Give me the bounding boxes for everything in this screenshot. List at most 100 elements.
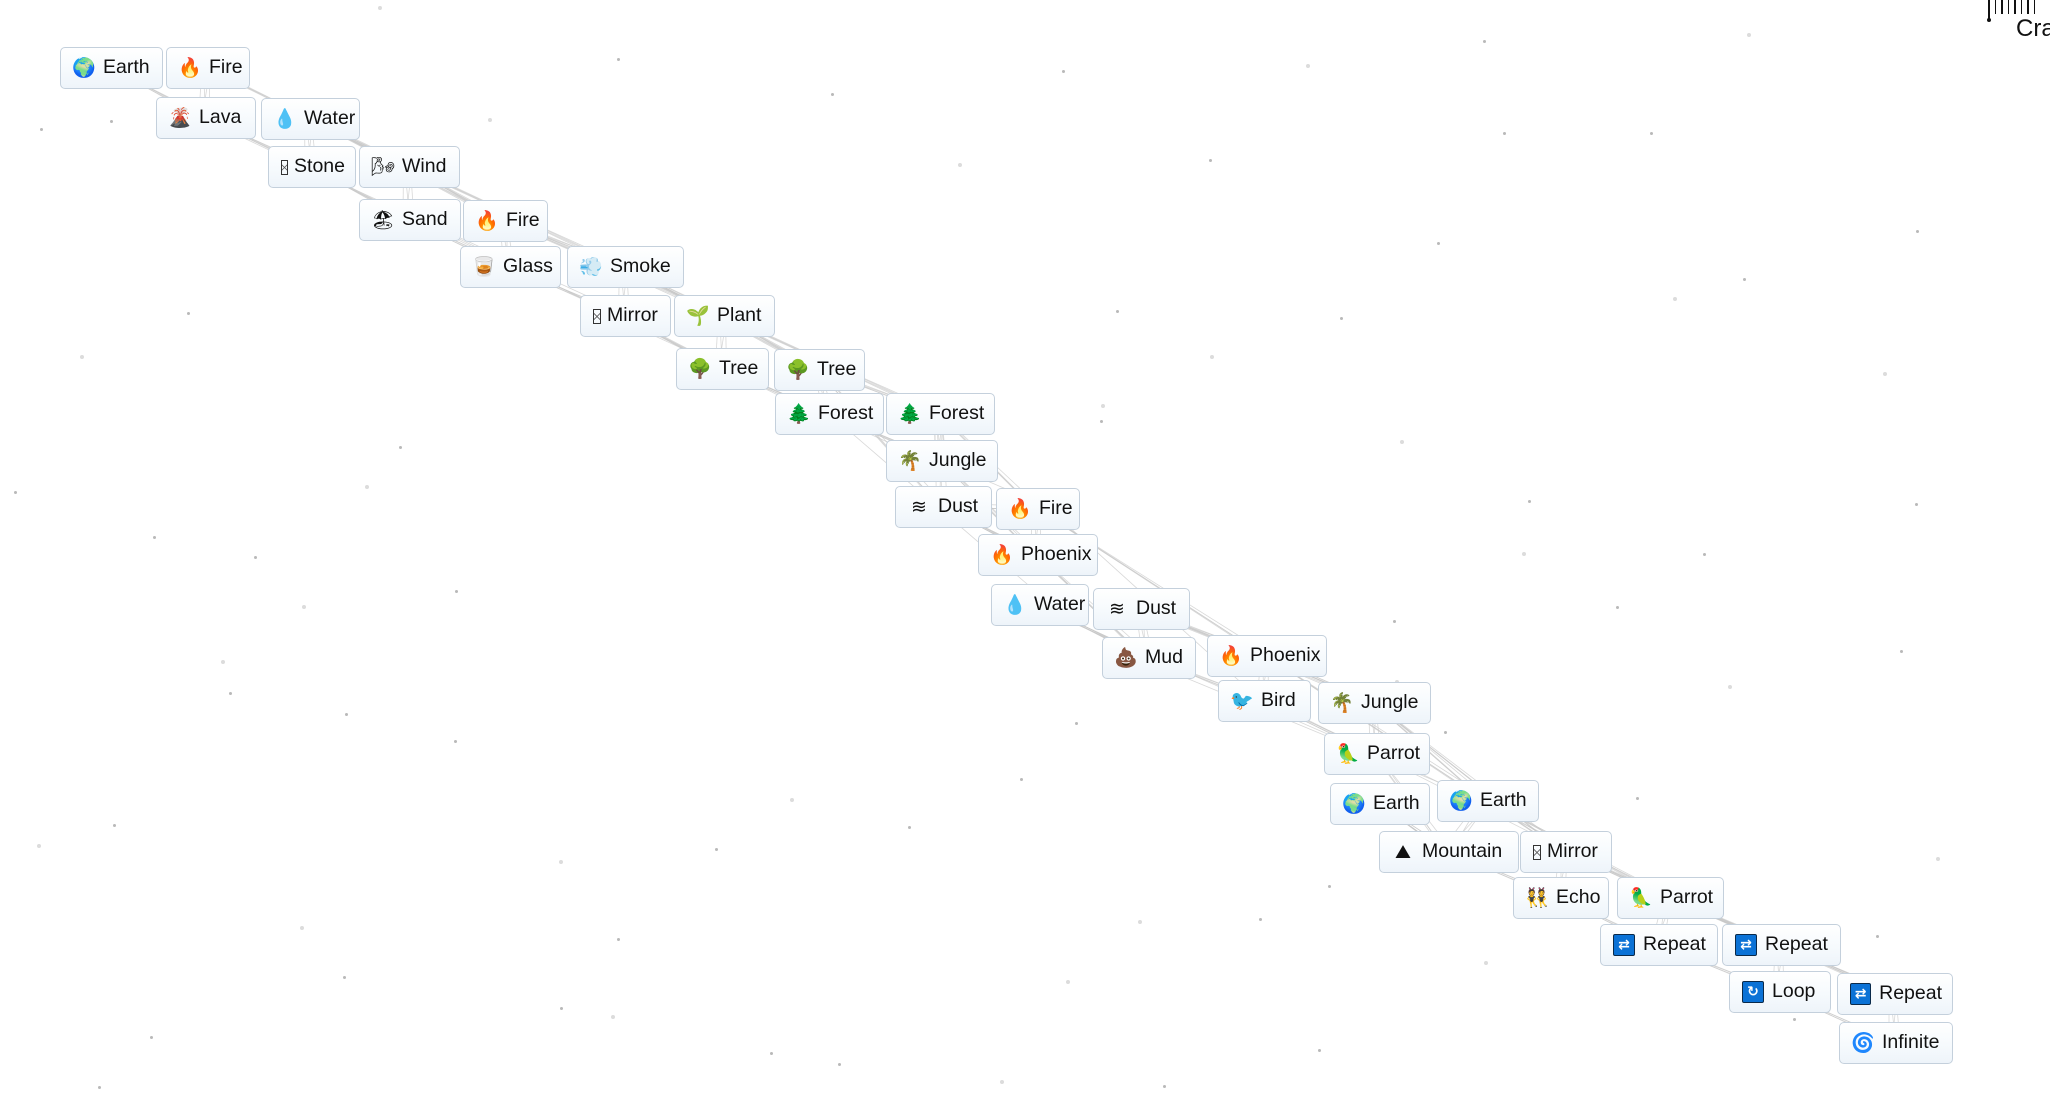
item-label: Fire [1039,497,1073,520]
item-parrot[interactable]: 🦜 Parrot [1617,877,1724,919]
fire-icon: 🔥 [475,209,499,232]
item-parrot[interactable]: 🦜 Parrot [1324,733,1430,775]
background-particle [365,485,369,489]
item-infinite[interactable]: 🌀 Infinite [1839,1022,1953,1064]
item-jungle[interactable]: 🌴 Jungle [886,440,998,482]
background-particle [488,118,492,122]
item-fire[interactable]: 🔥 Fire [166,47,250,89]
item-phoenix[interactable]: 🔥 Phoenix [978,534,1098,576]
item-repeat[interactable]: ⇄ Repeat [1837,973,1953,1015]
item-label: Dust [938,495,979,518]
background-particle [1616,606,1619,609]
loop-arrows-icon: ↻ [1742,981,1764,1003]
item-earth[interactable]: 🌍 Earth [60,47,163,89]
item-label: Infinite [1882,1031,1940,1054]
background-particle [1484,961,1488,965]
item-label: Dust [1136,597,1177,620]
item-tree[interactable]: 🌳 Tree [774,349,865,391]
background-particle [1400,440,1404,444]
item-label: Plant [717,304,762,327]
item-sand[interactable]: 🏖 Sand [359,199,461,241]
item-label: Water [304,107,356,130]
seedling-icon: 🌱 [686,304,710,327]
droplet-icon: 💧 [1003,593,1027,616]
item-jungle[interactable]: 🌴 Jungle [1318,682,1431,724]
item-label: Jungle [929,449,987,472]
item-phoenix[interactable]: 🔥 Phoenix [1207,635,1327,677]
item-glass[interactable]: 🥃 Glass [460,246,561,288]
background-particle [1259,918,1262,921]
background-particle [1900,650,1903,653]
background-particle [1066,980,1070,984]
item-wind[interactable]: 🌬 Wind [359,146,460,188]
pile-of-poo-icon: 💩 [1114,646,1138,669]
cyclone-icon: 🌀 [1851,1031,1875,1054]
item-lava[interactable]: 🌋 Lava [156,97,256,139]
background-particle [560,1007,563,1010]
fire-icon: 🔥 [178,56,202,79]
item-label: Echo [1556,886,1601,909]
item-dust[interactable]: ≋ Dust [895,486,992,528]
background-particle [37,844,41,848]
tumbler-glass-icon: 🥃 [472,255,496,278]
fire-icon: 🔥 [1008,497,1032,520]
dash-smoke-icon: 💨 [579,255,603,278]
crafting-canvas[interactable]: 🌍 Earth 🔥 Fire 🌋 Lava 💧 Water Stone 🌬 Wind 🏖 Sand 🔥 Fi… [0,0,2050,1114]
background-particle [454,740,457,743]
item-label: Wind [402,155,447,178]
item-smoke[interactable]: 💨 Smoke [567,246,684,288]
bird-icon: 🐦 [1230,689,1254,712]
background-particle [1673,297,1677,301]
item-label: Smoke [610,255,671,278]
item-stone[interactable]: Stone [268,146,356,188]
item-fire[interactable]: 🔥 Fire [996,488,1080,530]
palm-tree-icon: 🌴 [1330,691,1354,714]
wavy-lines-icon: ≋ [1109,597,1125,620]
background-particle [1437,242,1440,245]
item-bird[interactable]: 🐦 Bird [1218,680,1311,722]
item-repeat[interactable]: ⇄ Repeat [1722,924,1841,966]
item-earth[interactable]: 🌍 Earth [1330,783,1430,825]
background-particle [611,1015,615,1019]
background-particle [1522,552,1526,556]
background-particle [113,824,116,827]
item-label: Stone [294,155,345,178]
item-repeat[interactable]: ⇄ Repeat [1600,924,1718,966]
background-particle [617,938,620,941]
background-particle [399,446,402,449]
item-tree[interactable]: 🌳 Tree [676,348,769,390]
item-fire[interactable]: 🔥 Fire [463,200,548,242]
app-logo[interactable]: Cra [1980,0,2050,45]
item-water[interactable]: 💧 Water [991,584,1089,626]
item-mountain[interactable]: ⛰ Mountain [1379,831,1519,873]
item-dust[interactable]: ≋ Dust [1093,588,1190,630]
beach-umbrella-icon: 🏖 [370,208,396,231]
item-plant[interactable]: 🌱 Plant [674,295,775,337]
logo-wordmark-strokes [1988,0,2035,19]
background-particle [1528,500,1531,503]
background-particle [187,312,190,315]
item-label: Repeat [1765,933,1828,956]
background-particle [1703,553,1706,556]
item-label: Mud [1145,646,1183,669]
background-particle [343,976,346,979]
background-particle [790,798,794,802]
item-echo[interactable]: 👯 Echo [1513,877,1609,919]
item-forest[interactable]: 🌲 Forest [886,393,995,435]
evergreen-tree-icon: 🌲 [787,402,811,425]
item-mirror[interactable]: Mirror [580,295,671,337]
item-earth[interactable]: 🌍 Earth [1437,780,1539,822]
item-water[interactable]: 💧 Water [261,98,360,140]
background-particle [1915,503,1918,506]
item-loop[interactable]: ↻ Loop [1729,971,1831,1013]
background-particle [958,163,962,167]
background-particle [1728,685,1732,689]
item-forest[interactable]: 🌲 Forest [775,393,884,435]
item-label: Phoenix [1250,644,1321,667]
background-particle [1318,1049,1321,1052]
item-mud[interactable]: 💩 Mud [1102,637,1196,679]
background-particle [378,6,382,10]
item-label: Sand [402,208,448,231]
item-mirror[interactable]: Mirror [1520,831,1612,873]
background-particle [1883,372,1887,376]
